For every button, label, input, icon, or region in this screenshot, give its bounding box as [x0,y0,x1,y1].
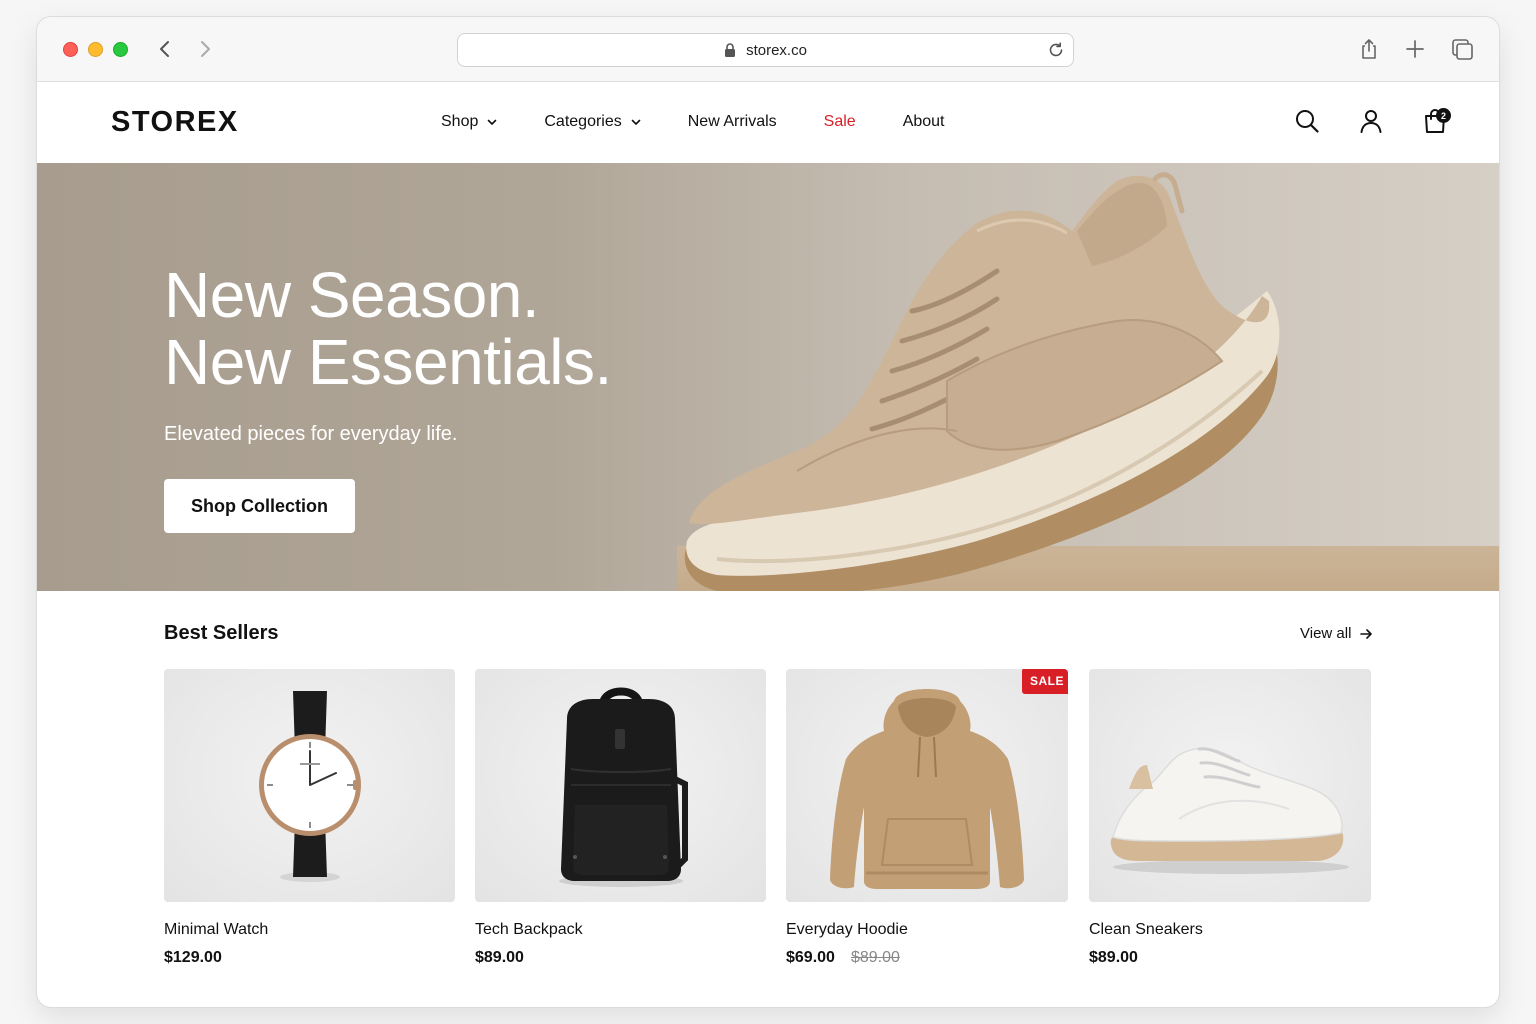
hero-sneaker-image [684,172,1280,591]
address-bar[interactable]: storex.co [457,33,1074,67]
product-image[interactable] [164,669,455,902]
backpack-image [559,687,688,887]
product-price-row: $129.00 [164,949,455,967]
product-name[interactable]: Clean Sneakers [1089,921,1371,939]
lock-icon [725,43,736,57]
nav-item-label: Categories [544,113,622,130]
cart-count-badge: 2 [1436,108,1451,123]
product-name[interactable]: Minimal Watch [164,921,455,939]
view-all-label: View all [1300,625,1352,642]
nav-item-label: Sale [823,113,856,130]
product-image[interactable]: SALE [786,669,1068,902]
minimize-window-button[interactable] [88,42,103,57]
product-price-row: $89.00 [475,949,766,967]
browser-window: storex.co STOREX Shop Categories New Arr… [37,17,1499,1007]
sale-badge: SALE [1021,669,1068,694]
chevron-down-icon [488,119,497,125]
product-price: $89.00 [475,949,524,966]
product-card[interactable]: Clean Sneakers $89.00 [1089,669,1371,967]
product-price-row: $89.00 [1089,949,1371,967]
user-icon[interactable] [1358,108,1384,134]
arrow-right-icon [1360,628,1373,639]
tabs-icon[interactable] [1450,37,1474,61]
product-card[interactable]: Minimal Watch $129.00 [164,669,455,967]
hero-title: New Season. New Essentials. [164,262,612,396]
nav-item-about[interactable]: About [903,113,945,131]
nav-item-label: New Arrivals [687,113,777,130]
product-image[interactable] [475,669,766,902]
share-icon[interactable] [1357,37,1381,61]
view-all-link[interactable]: View all [1300,625,1373,642]
nav-item-categories[interactable]: Categories [544,113,641,131]
product-old-price: $89.00 [850,949,900,966]
plus-icon[interactable] [1403,37,1427,61]
nav-item-shop[interactable]: Shop [441,113,497,131]
sneaker-image [1110,747,1349,874]
site-header: STOREX Shop Categories New Arrivals Sale [37,82,1499,163]
hero-banner: New Season. New Essentials. Elevated pie… [37,163,1499,591]
url-text: storex.co [746,41,807,59]
product-name[interactable]: Tech Backpack [475,921,766,939]
close-window-button[interactable] [63,42,78,57]
maximize-window-button[interactable] [113,42,128,57]
forward-icon[interactable] [195,39,215,59]
hero-subtitle: Elevated pieces for everyday life. [164,423,458,445]
main-nav: Shop Categories New Arrivals Sale About [441,113,992,131]
search-icon[interactable] [1294,108,1320,134]
nav-item-new-arrivals[interactable]: New Arrivals [688,113,777,131]
site-logo[interactable]: STOREX [111,106,239,139]
product-price-row: $69.00 $89.00 [786,949,1068,967]
hoodie-image [830,689,1024,889]
product-price: $89.00 [1089,949,1138,966]
product-name[interactable]: Everyday Hoodie [786,921,1068,939]
product-price: $129.00 [164,949,222,966]
watch-image [259,691,361,882]
best-sellers-heading: Best Sellers [164,622,279,644]
nav-item-label: About [902,113,945,130]
reload-icon[interactable] [1047,41,1065,59]
product-image[interactable] [1089,669,1371,902]
product-price: $69.00 [786,949,835,966]
product-card[interactable]: Tech Backpack $89.00 [475,669,766,967]
hero-title-line-1: New Season. [164,259,540,331]
product-card[interactable]: SALE Everyday Hoodie $69.00 $89.00 [786,669,1068,967]
back-icon[interactable] [155,39,175,59]
browser-toolbar: storex.co [37,17,1499,82]
chevron-down-icon [631,119,641,125]
nav-item-label: Shop [441,113,479,130]
hero-title-line-2: New Essentials. [164,326,612,398]
nav-item-sale[interactable]: Sale [824,113,856,131]
shop-collection-button[interactable]: Shop Collection [164,479,355,533]
